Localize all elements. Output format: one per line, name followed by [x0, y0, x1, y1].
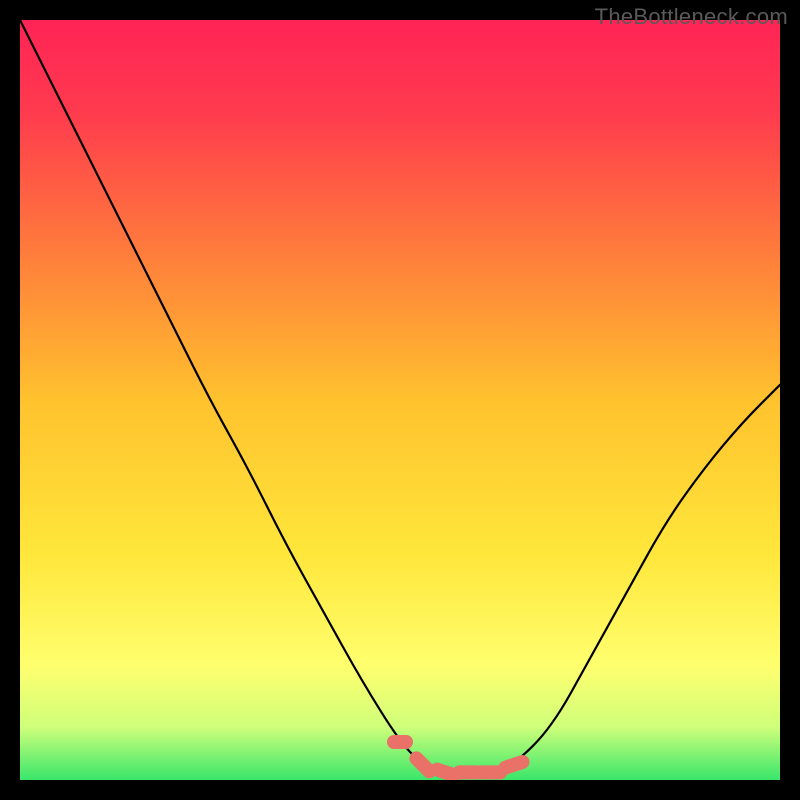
watermark-label: TheBottleneck.com: [595, 4, 788, 30]
curve-marker: [437, 770, 454, 776]
curve-marker: [416, 758, 429, 771]
curve-marker: [506, 762, 523, 768]
gradient-background: [20, 20, 780, 780]
chart-svg: [20, 20, 780, 780]
chart-frame: TheBottleneck.com: [0, 0, 800, 800]
chart-plot-area: [20, 20, 780, 780]
